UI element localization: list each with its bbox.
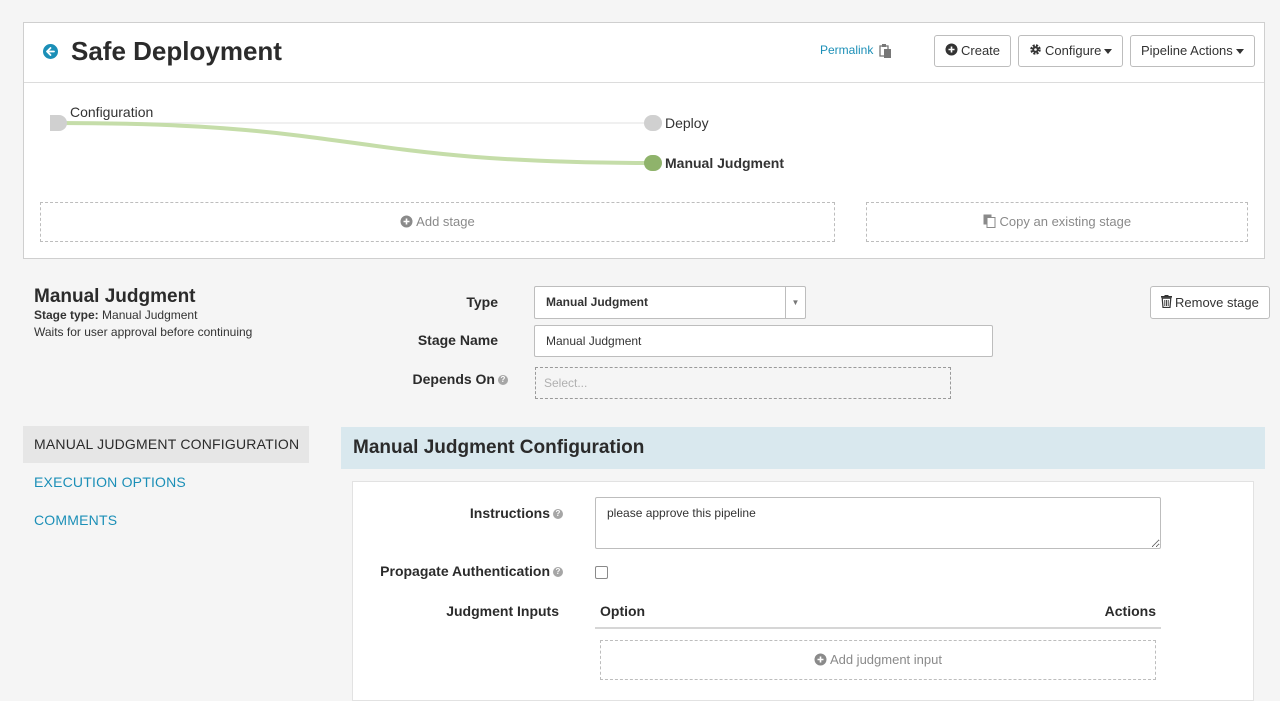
- pipeline-graph: [50, 115, 662, 171]
- create-button-label: Create: [961, 43, 1001, 58]
- pipeline-header-bar: Safe Deployment Permalink Create Configu…: [24, 23, 1264, 83]
- stage-description: Waits for user approval before continuin…: [34, 325, 253, 339]
- node-configuration[interactable]: Configuration: [70, 104, 153, 120]
- node-manual-judgment[interactable]: Manual Judgment: [665, 155, 784, 171]
- judgment-inputs-label: Judgment Inputs: [446, 603, 559, 619]
- sidenav-comments[interactable]: COMMENTS: [23, 502, 309, 539]
- gear-icon: [1029, 37, 1042, 67]
- remove-stage-label: Remove stage: [1175, 295, 1259, 310]
- sidenav-execution-options[interactable]: EXECUTION OPTIONS: [23, 464, 309, 501]
- type-select-value: Manual Judgment: [546, 295, 649, 309]
- pipeline-header-panel: Safe Deployment Permalink Create Configu…: [23, 22, 1265, 259]
- remove-stage-button[interactable]: Remove stage: [1150, 286, 1270, 319]
- create-button[interactable]: Create: [934, 35, 1012, 67]
- pipeline-actions-label: Pipeline Actions: [1141, 43, 1233, 58]
- config-section-heading: Manual Judgment Configuration: [341, 427, 1265, 469]
- depends-on-text: Depends On: [412, 371, 495, 387]
- depends-on-label: Depends On?: [380, 371, 508, 387]
- propagate-authentication-text: Propagate Authentication: [380, 563, 550, 579]
- node-deploy[interactable]: Deploy: [665, 115, 709, 131]
- chevron-down-icon: [1104, 49, 1113, 55]
- add-stage-button[interactable]: Add stage: [40, 202, 835, 242]
- node-manual-judgment-marker: [644, 155, 662, 171]
- type-select[interactable]: Manual Judgment ▼: [534, 286, 806, 319]
- configure-button-label: Configure: [1045, 43, 1102, 58]
- instructions-text: Instructions: [469, 505, 550, 521]
- stage-name-input[interactable]: [534, 325, 993, 357]
- copy-icon: [983, 214, 996, 229]
- plus-circle-icon: [400, 214, 413, 229]
- node-deploy-marker: [644, 115, 662, 131]
- node-configuration-marker: [50, 115, 67, 131]
- help-icon[interactable]: ?: [498, 375, 508, 386]
- help-icon[interactable]: ?: [553, 509, 563, 520]
- add-judgment-input-label: Add judgment input: [829, 652, 942, 667]
- propagate-authentication-checkbox[interactable]: [595, 566, 608, 579]
- stage-type: Stage type: Manual Judgment: [34, 308, 197, 322]
- depends-on-select[interactable]: Select...: [535, 367, 951, 399]
- caret-down-icon: ▼: [785, 287, 805, 318]
- edge-configuration-manual-judgment: [57, 121, 655, 165]
- page-title: Safe Deployment: [71, 36, 282, 66]
- sidenav-manual-judgment-configuration[interactable]: MANUAL JUDGMENT CONFIGURATION: [23, 426, 309, 463]
- chevron-down-icon: [1235, 49, 1244, 55]
- permalink-link[interactable]: Permalink: [820, 43, 873, 57]
- plus-circle-icon: [814, 652, 827, 667]
- stage-name-label: Stage Name: [417, 332, 498, 348]
- add-stage-label: Add stage: [416, 214, 475, 229]
- back-arrow-icon[interactable]: [43, 44, 58, 59]
- propagate-authentication-label: Propagate Authentication?: [350, 563, 563, 579]
- instructions-label: Instructions?: [400, 505, 563, 521]
- pipeline-actions-button[interactable]: Pipeline Actions: [1130, 35, 1255, 67]
- actions-column-header: Actions: [1104, 603, 1156, 619]
- plus-circle-icon: [945, 37, 958, 67]
- trash-icon: [1161, 288, 1172, 319]
- help-icon[interactable]: ?: [553, 567, 563, 578]
- option-column-header: Option: [600, 603, 646, 619]
- configure-button[interactable]: Configure: [1018, 35, 1124, 67]
- stage-type-value: Manual Judgment: [102, 308, 198, 322]
- copy-stage-label: Copy an existing stage: [999, 214, 1132, 229]
- stage-title: Manual Judgment: [34, 286, 196, 307]
- instructions-textarea[interactable]: please approve this pipeline: [595, 497, 1161, 549]
- type-label: Type: [466, 294, 498, 310]
- stage-type-prefix: Stage type:: [34, 308, 99, 322]
- add-judgment-input-button[interactable]: Add judgment input: [600, 640, 1156, 680]
- table-divider: [595, 627, 1161, 629]
- clipboard-icon[interactable]: [879, 43, 893, 59]
- copy-stage-button[interactable]: Copy an existing stage: [866, 202, 1248, 242]
